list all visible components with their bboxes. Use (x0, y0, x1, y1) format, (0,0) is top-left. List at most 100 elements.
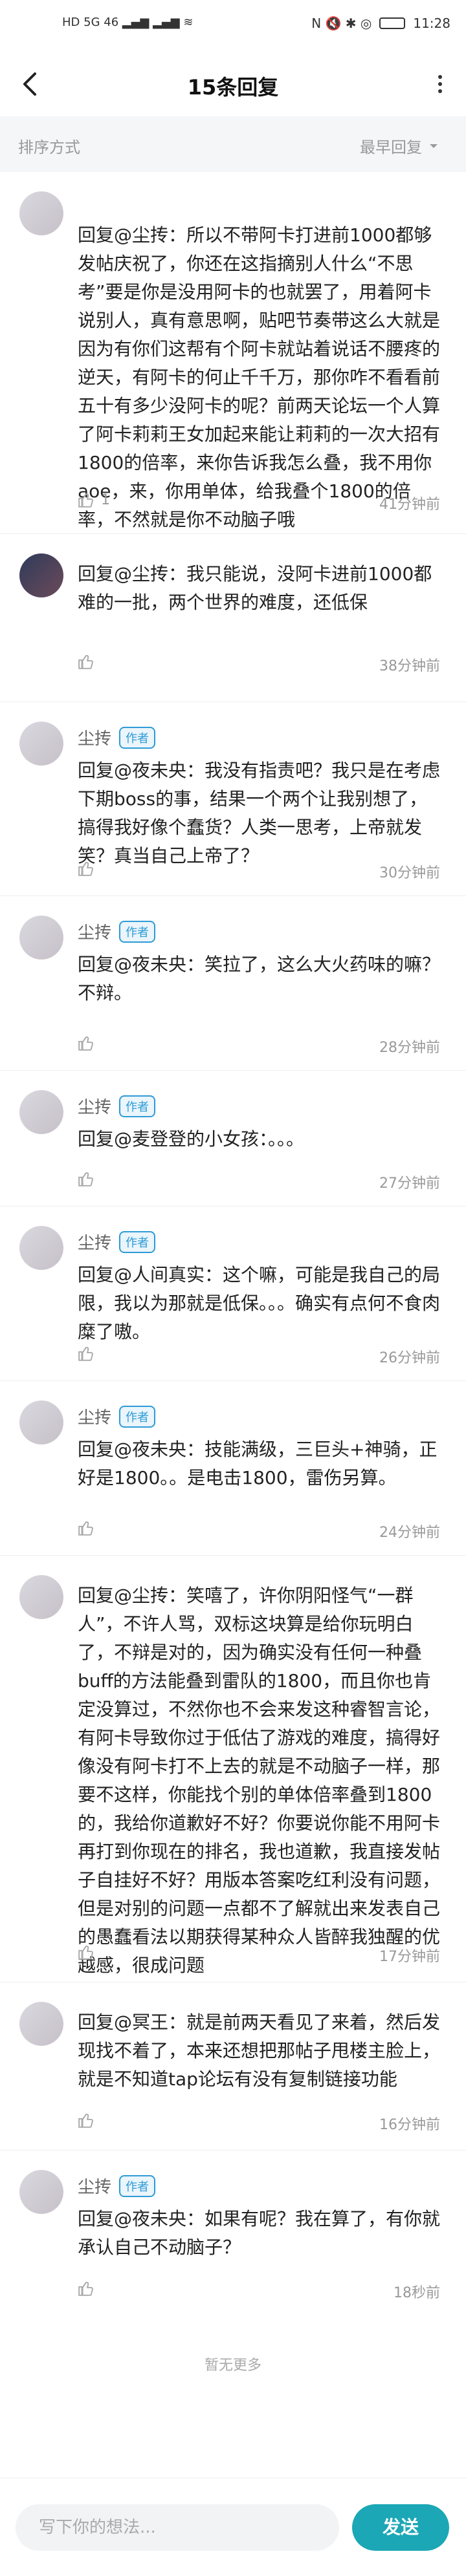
timestamp: 18秒前 (394, 2285, 440, 2301)
username[interactable]: 尘抟 (78, 725, 111, 749)
comment-footer: 16分钟前 (78, 2109, 440, 2135)
like-count: 1 (101, 491, 110, 508)
avatar[interactable] (19, 191, 63, 235)
sort-selected: 最早回复 (360, 138, 422, 156)
author-badge: 作者 (119, 920, 156, 943)
avatar[interactable] (19, 722, 63, 766)
thumbs-up-icon (78, 1172, 93, 1186)
like-button[interactable] (78, 2112, 101, 2129)
comment-text: 回复@麦登登的小女孩：。。。 (78, 1128, 305, 1150)
avatar[interactable] (19, 916, 63, 960)
timestamp: 16分钟前 (379, 2117, 440, 2133)
page-title: 15条回复 (187, 75, 279, 100)
comment-text: 回复@夜未央：笑拉了，这么大火药味的嘛？不辩。 (78, 954, 441, 1004)
thumbs-up-icon (78, 1946, 93, 1960)
comment-item: 回复@尘抟：笑嘻了，许你阴阳怪气“一群人”，不许人骂，双标这块算是给你玩明白了，… (0, 1556, 466, 1982)
comment-composer: 写下你的想法... 发送 (0, 2478, 466, 2576)
avatar[interactable] (19, 1401, 63, 1444)
send-button[interactable]: 发送 (352, 2504, 449, 2551)
thumbs-up-icon (78, 2114, 93, 2128)
username[interactable]: 尘抟 (78, 1094, 111, 1118)
sort-bar: 排序方式 最早回复 (0, 116, 466, 172)
comment-footer: 30分钟前 (78, 857, 440, 883)
avatar[interactable] (19, 1226, 63, 1270)
thumbs-up-icon (78, 1521, 93, 1536)
comment-footer: 28分钟前 (78, 1032, 440, 1058)
like-button[interactable] (78, 1519, 101, 1536)
avatar[interactable] (19, 2170, 63, 2214)
comment-item: 尘抟 作者 回复@夜未央：笑拉了，这么大火药味的嘛？不辩。 28分钟前 (0, 896, 466, 1071)
username[interactable]: 尘抟 (78, 1230, 111, 1254)
timestamp: 24分钟前 (379, 1525, 440, 1541)
avatar[interactable] (19, 553, 63, 597)
comment-item: 回复@尘抟：所以不带阿卡打进前1000都够发帖庆祝了，你还在这指摘别人什么“不思… (0, 172, 466, 534)
comment-footer: 38分钟前 (78, 650, 440, 676)
status-left-icons: HD 5G 46 ▂▄▆ ▂▄▆ ≋ (62, 16, 193, 29)
sort-label: 排序方式 (18, 138, 80, 156)
comment-input[interactable]: 写下你的想法... (16, 2504, 339, 2551)
comment-text: 回复@人间真实：这个嘛，可能是我自己的局限，我以为那就是低保。。。确实有点何不食… (78, 1264, 441, 1342)
timestamp: 17分钟前 (379, 1949, 440, 1965)
like-button[interactable] (78, 653, 101, 670)
timestamp: 26分钟前 (379, 1350, 440, 1366)
thumbs-up-icon (78, 493, 93, 508)
comment-text: 回复@尘抟：笑嘻了，许你阴阳怪气“一群人”，不许人骂，双标这块算是给你玩明白了，… (78, 1585, 441, 1976)
caret-down-icon (430, 144, 438, 148)
comment-header: 尘抟 作者 (78, 1230, 156, 1254)
comment-text: 回复@夜未央：我没有指责吧？我只是在考虑下期boss的事，结果一个两个让我别想了… (78, 760, 441, 866)
timestamp: 27分钟前 (379, 1175, 440, 1192)
like-button[interactable] (78, 1345, 101, 1362)
like-button[interactable]: 1 (78, 491, 110, 508)
comment-text: 回复@尘抟：所以不带阿卡打进前1000都够发帖庆祝了，你还在这指摘别人什么“不思… (78, 224, 441, 530)
comment-item: 回复@尘抟：我只能说，没阿卡进前1000都难的一批，两个世界的难度，还低保 38… (0, 534, 466, 702)
username[interactable]: 尘抟 (78, 1404, 111, 1428)
status-right-icons: N 🔇 ✱ ◎ 11:28 (311, 16, 450, 31)
author-badge: 作者 (119, 2174, 156, 2197)
comment-footer: 26分钟前 (78, 1342, 440, 1368)
avatar[interactable] (19, 1090, 63, 1134)
comment-header: 尘抟 作者 (78, 725, 156, 749)
comment-item: 尘抟 作者 回复@夜未央：技能满级，三巨头+神骑，正好是1800。。是电击180… (0, 1381, 466, 1556)
status-bar: HD 5G 46 ▂▄▆ ▂▄▆ ≋ N 🔇 ✱ ◎ 11:28 (0, 0, 466, 52)
author-badge: 作者 (119, 1095, 156, 1117)
comment-item: 尘抟 作者 回复@麦登登的小女孩：。。。 27分钟前 (0, 1071, 466, 1207)
comment-item: 回复@冥王：就是前两天看见了来着，然后发现找不着了，本来还想把那帖子甩楼主脸上，… (0, 1982, 466, 2151)
comment-footer: 17分钟前 (78, 1941, 440, 1967)
username[interactable]: 尘抟 (78, 919, 111, 943)
top-navbar: 15条回复 (0, 52, 466, 116)
like-button[interactable] (78, 1170, 101, 1187)
thumbs-up-icon (78, 1347, 93, 1361)
thumbs-up-icon (78, 2282, 93, 2296)
avatar[interactable] (19, 2002, 63, 2046)
timestamp: 28分钟前 (379, 1040, 440, 1056)
avatar[interactable] (19, 1575, 63, 1619)
comment-text: 回复@冥王：就是前两天看见了来着，然后发现找不着了，本来还想把那帖子甩楼主脸上，… (78, 2012, 441, 2090)
like-button[interactable] (78, 860, 101, 877)
comment-text: 回复@夜未央：如果有呢？我在算了，有你就承认自己不动脑子？ (78, 2208, 441, 2258)
comment-header: 尘抟 作者 (78, 1404, 156, 1428)
sort-dropdown[interactable]: 最早回复 (360, 134, 440, 157)
comment-header: 尘抟 作者 (78, 1094, 156, 1118)
comment-footer: 24分钟前 (78, 1517, 440, 1543)
comment-footer: 18秒前 (78, 2277, 440, 2303)
comment-text: 回复@尘抟：我只能说，没阿卡进前1000都难的一批，两个世界的难度，还低保 (78, 563, 432, 613)
author-badge: 作者 (119, 1405, 156, 1428)
author-badge: 作者 (119, 1230, 156, 1253)
like-button[interactable] (78, 1944, 101, 1960)
comment-footer: 1 41分钟前 (78, 489, 440, 515)
author-badge: 作者 (119, 726, 156, 749)
comment-list: 回复@尘抟：所以不带阿卡打进前1000都够发帖庆祝了，你还在这指摘别人什么“不思… (0, 172, 466, 2319)
like-button[interactable] (78, 1035, 101, 1051)
more-vertical-icon[interactable] (427, 71, 453, 97)
comment-item: 尘抟 作者 回复@人间真实：这个嘛，可能是我自己的局限，我以为那就是低保。。。确… (0, 1207, 466, 1381)
signal-icons: HD 5G 46 ▂▄▆ ▂▄▆ ≋ (62, 16, 194, 29)
timestamp: 30分钟前 (379, 865, 440, 881)
username[interactable]: 尘抟 (78, 2174, 111, 2198)
thumbs-up-icon (78, 655, 93, 669)
comment-header: 尘抟 作者 (78, 2174, 156, 2198)
comment-item: 尘抟 作者 回复@夜未央：我没有指责吧？我只是在考虑下期boss的事，结果一个两… (0, 702, 466, 896)
timestamp: 41分钟前 (379, 497, 440, 513)
like-button[interactable] (78, 2280, 101, 2297)
comment-item: 尘抟 作者 回复@夜未央：如果有呢？我在算了，有你就承认自己不动脑子？ 18秒前 (0, 2151, 466, 2319)
timestamp: 38分钟前 (379, 658, 440, 674)
